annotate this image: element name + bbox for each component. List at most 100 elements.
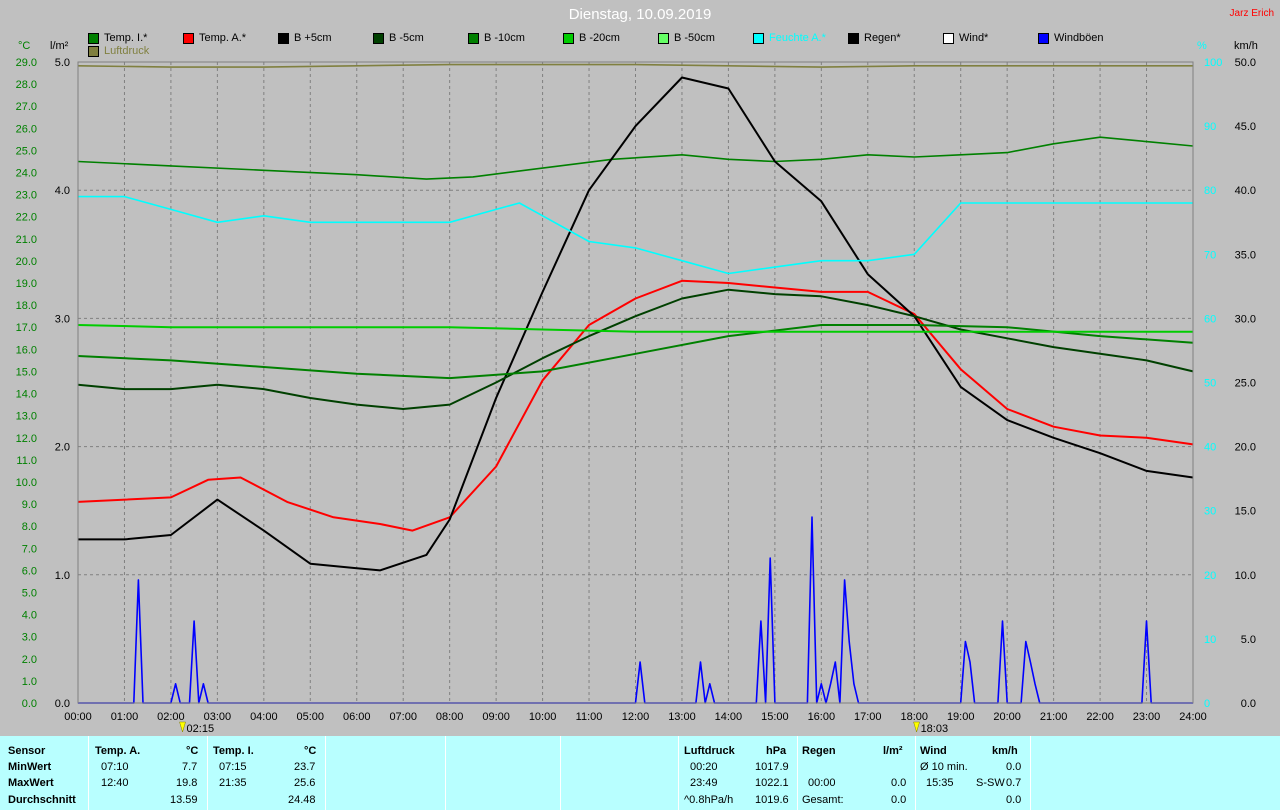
temp-i-min-time: 07:15 xyxy=(219,761,247,773)
legend-item: Wind* xyxy=(943,32,988,44)
humidity-tick-label: 0 xyxy=(1204,698,1210,710)
temp-tick-label: 23.0 xyxy=(16,190,37,202)
legend-label: Windböen xyxy=(1054,32,1104,44)
temp-i-min-value: 23.7 xyxy=(294,761,316,773)
x-tick-label: 12:00 xyxy=(622,711,650,723)
temp-tick-label: 17.0 xyxy=(16,322,37,334)
pressure-max-value: 1022.1 xyxy=(755,777,789,789)
legend-item: Temp. A.* xyxy=(183,32,246,44)
x-tick-label: 17:00 xyxy=(854,711,882,723)
pressure-avg: 1019.6 xyxy=(755,794,789,806)
x-tick-label: 15:00 xyxy=(761,711,789,723)
temp-i-max-value: 25.6 xyxy=(294,777,316,789)
wind-tick-label: 40.0 xyxy=(1235,185,1256,197)
row-label-min: MinWert xyxy=(8,761,52,773)
marker-icon xyxy=(179,721,186,733)
humidity-tick-label: 40 xyxy=(1204,442,1216,454)
temp-tick-label: 0.0 xyxy=(22,698,37,710)
legend-swatch xyxy=(373,32,384,44)
x-tick-label: 02:00 xyxy=(157,711,185,723)
x-tick-label: 04:00 xyxy=(250,711,278,723)
temp-tick-label: 20.0 xyxy=(16,256,37,268)
sensor-header: Sensor xyxy=(8,745,46,757)
separator xyxy=(207,736,208,810)
temp-a-min-value: 7.7 xyxy=(182,761,198,773)
temp-tick-label: 6.0 xyxy=(22,565,37,577)
wind-header: Wind xyxy=(920,745,947,757)
wind-avg-value: 0.0 xyxy=(1006,761,1022,773)
wind-max-direction: S-SW xyxy=(976,777,1005,789)
rain-tick-label: 1.0 xyxy=(55,570,70,582)
temp-a-max-time: 12:40 xyxy=(101,777,129,789)
temp-tick-label: 13.0 xyxy=(16,411,37,423)
wind-tick-label: 10.0 xyxy=(1235,570,1256,582)
author-label: Jarz Erich xyxy=(1229,8,1274,19)
wind-max-value: 0.7 xyxy=(1006,777,1022,789)
x-tick-label: 18:00 xyxy=(900,711,928,723)
legend-label: Luftdruck xyxy=(104,45,150,57)
wind-tick-label: 20.0 xyxy=(1235,442,1256,454)
legend-item: B -50cm xyxy=(658,32,715,44)
legend-swatch xyxy=(848,32,859,44)
legend-label: B -5cm xyxy=(389,32,424,44)
humidity-tick-label: 90 xyxy=(1204,121,1216,133)
wind-unit: km/h xyxy=(992,745,1018,757)
x-tick-label: 11:00 xyxy=(576,711,603,723)
temp-tick-label: 24.0 xyxy=(16,168,37,180)
rain-max-value: 0.0 xyxy=(891,777,907,789)
row-label-avg: Durchschnitt xyxy=(8,794,76,806)
temp-tick-label: 15.0 xyxy=(16,366,37,378)
wind-tick-label: 0.0 xyxy=(1241,698,1256,710)
x-tick-label: 08:00 xyxy=(436,711,464,723)
rain-tick-label: 2.0 xyxy=(55,442,70,454)
chart-canvas: 00:00 01:00 02:00 03:00 04:00 05:00 06:00 07:00… xyxy=(16,57,1256,735)
pressure-min-time: 00:20 xyxy=(690,761,718,773)
legend-item: Feuchte A.* xyxy=(753,32,826,44)
unit-right-wind: km/h xyxy=(1234,40,1258,52)
temp-i-avg: 24.48 xyxy=(288,794,316,806)
humidity-tick-label: 50 xyxy=(1204,378,1216,390)
separator xyxy=(445,736,446,810)
temp-tick-label: 9.0 xyxy=(22,499,37,511)
x-tick-label: 14:00 xyxy=(715,711,743,723)
legend-swatch xyxy=(88,32,99,44)
rain-max-time: 00:00 xyxy=(808,777,836,789)
x-tick-label: 09:00 xyxy=(482,711,510,723)
legend-label: Temp. A.* xyxy=(199,32,247,44)
legend-item: Temp. I.* xyxy=(88,32,147,44)
x-tick-label: 01:00 xyxy=(111,711,139,723)
rain-tick-label: 4.0 xyxy=(55,185,70,197)
temp-tick-label: 14.0 xyxy=(16,389,37,401)
wind-tick-label: 25.0 xyxy=(1235,378,1256,390)
x-tick-label: 13:00 xyxy=(668,711,696,723)
rain-header: Regen xyxy=(802,745,836,757)
legend-label: B -20cm xyxy=(579,32,620,44)
legend-label: Regen* xyxy=(864,32,901,44)
humidity-tick-label: 60 xyxy=(1204,313,1216,325)
x-tick-label: 07:00 xyxy=(389,711,417,723)
x-tick-label: 22:00 xyxy=(1086,711,1114,723)
legend-swatch xyxy=(563,32,574,44)
temp-a-avg: 13.59 xyxy=(170,794,198,806)
legend-item: B -20cm xyxy=(563,32,620,44)
temp-a-max-value: 19.8 xyxy=(176,777,198,789)
legend-label: Temp. I.* xyxy=(104,32,148,44)
legend-swatch xyxy=(183,32,194,44)
x-tick-label: 05:00 xyxy=(297,711,325,723)
rain-tick-label: 0.0 xyxy=(55,698,70,710)
humidity-tick-label: 10 xyxy=(1204,634,1216,646)
x-tick-label: 00:00 xyxy=(64,711,92,723)
wind-tick-label: 45.0 xyxy=(1235,121,1256,133)
legend-swatch xyxy=(943,32,954,44)
pressure-trend: ^0.8hPa/h xyxy=(684,794,734,806)
temp-a-header: Temp. A. xyxy=(95,745,141,757)
temp-tick-label: 8.0 xyxy=(22,521,37,533)
humidity-tick-label: 20 xyxy=(1204,570,1216,582)
marker-label: 18:03 xyxy=(921,723,949,735)
wind-tick-label: 35.0 xyxy=(1235,249,1256,261)
rain-total-label: Gesamt: xyxy=(802,794,844,806)
separator xyxy=(325,736,326,810)
temp-tick-label: 22.0 xyxy=(16,212,37,224)
rain-tick-label: 5.0 xyxy=(55,57,70,69)
temp-i-max-time: 21:35 xyxy=(219,777,247,789)
